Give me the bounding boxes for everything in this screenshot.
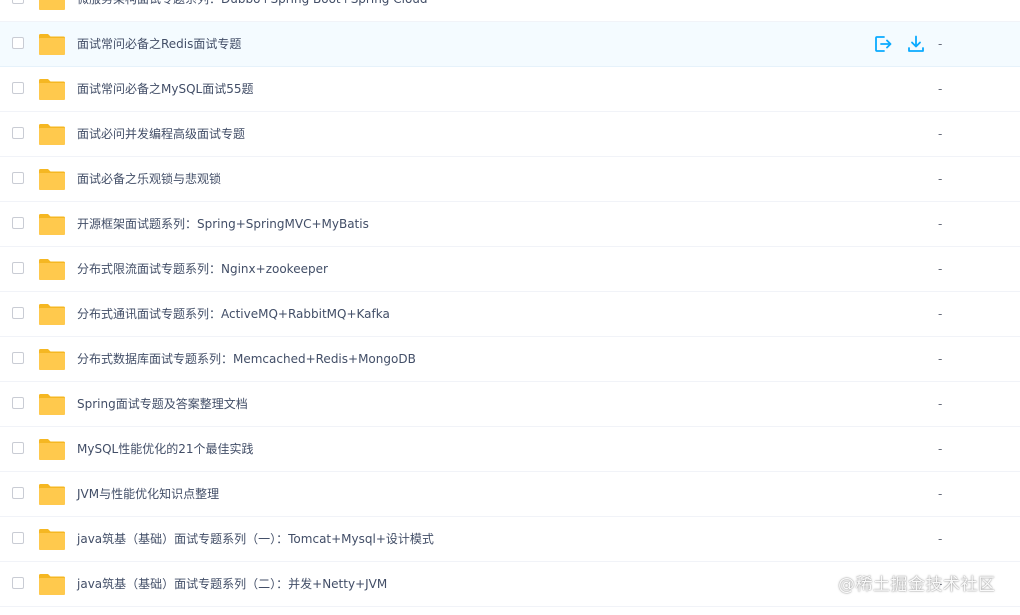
folder-icon <box>38 527 66 551</box>
folder-icon <box>38 482 66 506</box>
row-checkbox[interactable] <box>12 217 24 229</box>
file-name-link[interactable]: 面试常问必备之Redis面试专题 <box>77 35 241 53</box>
row-checkbox[interactable] <box>12 127 24 139</box>
file-name-link[interactable]: 微服务架构面试专题系列：Dubbo+Spring Boot+Spring Clo… <box>77 0 428 8</box>
file-size: - <box>938 487 943 501</box>
file-name-link[interactable]: 面试常问必备之MySQL面试55题 <box>77 80 253 98</box>
folder-icon <box>38 257 66 281</box>
file-row[interactable]: 面试必备之乐观锁与悲观锁 - <box>0 157 1020 202</box>
file-size: - <box>938 82 943 96</box>
row-checkbox[interactable] <box>12 307 24 319</box>
row-checkbox[interactable] <box>12 82 24 94</box>
share-icon[interactable] <box>873 34 893 54</box>
file-size: - <box>938 262 943 276</box>
file-size: - <box>938 442 943 456</box>
file-name-link[interactable]: MySQL性能优化的21个最佳实践 <box>77 440 253 458</box>
file-name-link[interactable]: 面试必问并发编程高级面试专题 <box>77 125 245 143</box>
folder-icon <box>38 212 66 236</box>
file-size: - <box>938 172 943 186</box>
file-size: - <box>938 217 943 231</box>
file-name-link[interactable]: java筑基（基础）面试专题系列（一）：Tomcat+Mysql+设计模式 <box>77 530 434 548</box>
file-name-link[interactable]: 分布式通讯面试专题系列：ActiveMQ+RabbitMQ+Kafka <box>77 305 390 323</box>
row-checkbox[interactable] <box>12 442 24 454</box>
folder-icon <box>38 122 66 146</box>
file-row[interactable]: 面试常问必备之Redis面试专题 - <box>0 22 1020 67</box>
row-checkbox[interactable] <box>12 532 24 544</box>
file-name-link[interactable]: Spring面试专题及答案整理文档 <box>77 395 248 413</box>
file-name-link[interactable]: java筑基（基础）面试专题系列（二）：并发+Netty+JVM <box>77 575 387 593</box>
row-checkbox[interactable] <box>12 262 24 274</box>
folder-icon <box>38 347 66 371</box>
file-name-link[interactable]: 面试必备之乐观锁与悲观锁 <box>77 170 221 188</box>
folder-icon <box>38 302 66 326</box>
folder-icon <box>38 32 66 56</box>
file-name-link[interactable]: 分布式数据库面试专题系列：Memcached+Redis+MongoDB <box>77 350 416 368</box>
folder-icon <box>38 0 66 11</box>
folder-icon <box>38 167 66 191</box>
file-row[interactable]: 开源框架面试题系列：Spring+SpringMVC+MyBatis - <box>0 202 1020 247</box>
folder-icon <box>38 77 66 101</box>
file-size: - <box>938 397 943 411</box>
folder-icon <box>38 572 66 596</box>
file-list: 微服务架构面试专题系列：Dubbo+Spring Boot+Spring Clo… <box>0 0 1020 607</box>
row-checkbox[interactable] <box>12 487 24 499</box>
file-name-link[interactable]: 分布式限流面试专题系列：Nginx+zookeeper <box>77 260 328 278</box>
download-icon[interactable] <box>906 34 926 54</box>
file-row[interactable]: java筑基（基础）面试专题系列（一）：Tomcat+Mysql+设计模式 - <box>0 517 1020 562</box>
file-size: - <box>938 37 943 51</box>
file-row[interactable]: 分布式通讯面试专题系列：ActiveMQ+RabbitMQ+Kafka - <box>0 292 1020 337</box>
watermark: @稀土掘金技术社区 <box>838 575 996 595</box>
row-checkbox[interactable] <box>12 352 24 364</box>
folder-icon <box>38 392 66 416</box>
row-checkbox[interactable] <box>12 577 24 589</box>
file-size: - <box>938 127 943 141</box>
file-row[interactable]: 微服务架构面试专题系列：Dubbo+Spring Boot+Spring Clo… <box>0 0 1020 22</box>
file-row[interactable]: JVM与性能优化知识点整理 - <box>0 472 1020 517</box>
file-size: - <box>938 532 943 546</box>
folder-icon <box>38 437 66 461</box>
file-row[interactable]: 分布式限流面试专题系列：Nginx+zookeeper - <box>0 247 1020 292</box>
row-checkbox[interactable] <box>12 172 24 184</box>
file-size: - <box>938 0 942 8</box>
file-size: - <box>938 307 943 321</box>
file-size: - <box>938 352 943 366</box>
row-checkbox[interactable] <box>12 397 24 409</box>
row-checkbox[interactable] <box>12 0 24 4</box>
file-row[interactable]: 分布式数据库面试专题系列：Memcached+Redis+MongoDB - <box>0 337 1020 382</box>
file-name-link[interactable]: 开源框架面试题系列：Spring+SpringMVC+MyBatis <box>77 215 369 233</box>
file-row[interactable]: 面试常问必备之MySQL面试55题 - <box>0 67 1020 112</box>
file-row[interactable]: 面试必问并发编程高级面试专题 - <box>0 112 1020 157</box>
row-checkbox[interactable] <box>12 37 24 49</box>
file-name-link[interactable]: JVM与性能优化知识点整理 <box>77 485 219 503</box>
file-row[interactable]: Spring面试专题及答案整理文档 - <box>0 382 1020 427</box>
file-row[interactable]: MySQL性能优化的21个最佳实践 - <box>0 427 1020 472</box>
